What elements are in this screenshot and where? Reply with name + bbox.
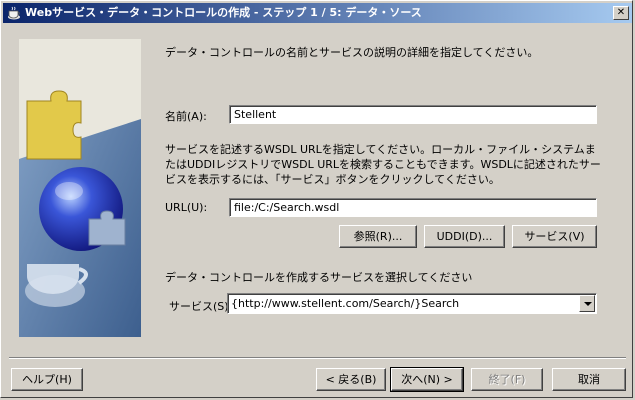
- step-description: データ・コントロールの名前とサービスの説明の詳細を指定してください。: [165, 46, 539, 59]
- finish-button[interactable]: 終了(F): [471, 368, 543, 391]
- wizard-artwork-image: [19, 39, 141, 337]
- help-button[interactable]: ヘルプ(H): [11, 368, 83, 391]
- close-button[interactable]: ✕: [613, 6, 629, 20]
- service-select[interactable]: {http://www.stellent.com/Search/}Search: [227, 293, 597, 314]
- coffee-cup-icon: [8, 6, 20, 20]
- select-service-prompt: データ・コントロールを作成するサービスを選択してください: [165, 271, 473, 284]
- service-select-value: {http://www.stellent.com/Search/}Search: [231, 297, 460, 310]
- name-input[interactable]: Stellent: [229, 105, 597, 124]
- service-button[interactable]: サービス(V): [512, 225, 597, 248]
- wizard-side-image: [19, 39, 141, 337]
- close-icon: ✕: [616, 7, 626, 18]
- next-button[interactable]: 次へ(N) >: [390, 367, 464, 392]
- footer-separator: [9, 357, 626, 359]
- wizard-dialog: Webサービス・データ・コントロールの作成 - ステップ 1 / 5: データ・…: [0, 0, 633, 398]
- cancel-button[interactable]: 取消: [552, 368, 626, 391]
- title-bar[interactable]: Webサービス・データ・コントロールの作成 - ステップ 1 / 5: データ・…: [3, 3, 632, 23]
- back-button[interactable]: < 戻る(B): [316, 368, 386, 391]
- url-label: URL(U):: [165, 201, 208, 214]
- wsdl-help-text: サービスを記述するWSDL URLを指定してください。ローカル・ファイル・システ…: [165, 143, 601, 186]
- url-input[interactable]: file:/C:/Search.wsdl: [229, 198, 597, 217]
- window-title: Webサービス・データ・コントロールの作成 - ステップ 1 / 5: データ・…: [25, 6, 422, 19]
- chevron-down-icon[interactable]: [579, 295, 595, 312]
- browse-button[interactable]: 参照(R)...: [339, 225, 417, 248]
- name-label: 名前(A):: [165, 110, 207, 123]
- uddi-button[interactable]: UDDI(D)...: [424, 225, 505, 248]
- service-label: サービス(S):: [169, 300, 233, 313]
